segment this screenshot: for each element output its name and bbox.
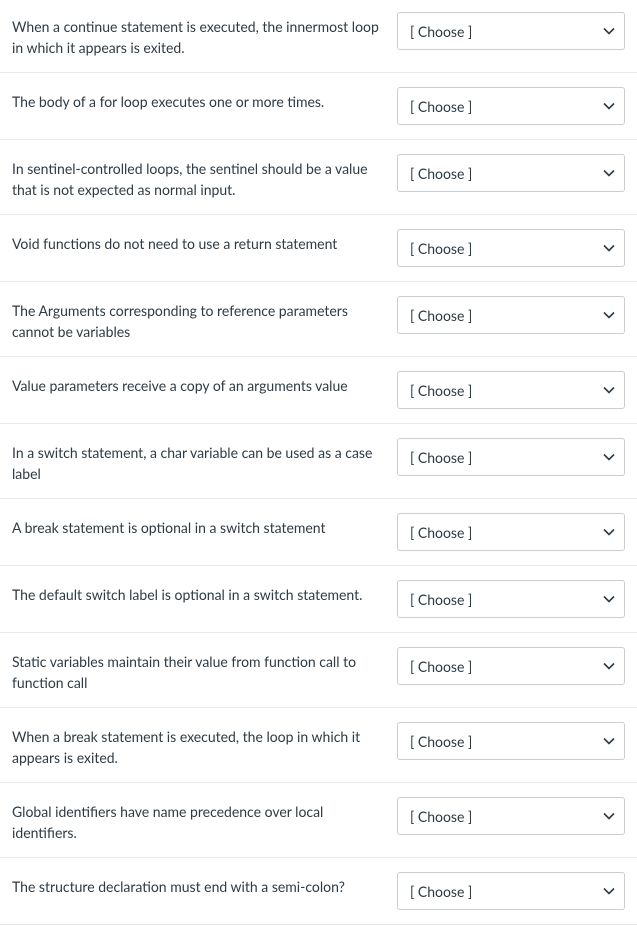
question-prompt: Value parameters receive a copy of an ar… [12,371,397,396]
answer-select-wrap: [ Choose ] [397,229,625,267]
answer-select[interactable]: [ Choose ] [397,580,625,618]
question-prompt: Global identifiers have name precedence … [12,797,397,843]
question-prompt: A break statement is optional in a switc… [12,513,397,538]
answer-select-wrap: [ Choose ] [397,154,625,192]
question-row: Global identifiers have name precedence … [0,783,637,858]
matching-question-list: When a continue statement is executed, t… [0,0,637,925]
question-prompt: Void functions do not need to use a retu… [12,229,397,254]
answer-select-wrap: [ Choose ] [397,580,625,618]
question-row: In sentinel-controlled loops, the sentin… [0,140,637,215]
answer-select[interactable]: [ Choose ] [397,229,625,267]
question-row: Value parameters receive a copy of an ar… [0,357,637,424]
question-prompt: When a continue statement is executed, t… [12,12,397,58]
question-prompt: Static variables maintain their value fr… [12,647,397,693]
answer-select[interactable]: [ Choose ] [397,513,625,551]
answer-select-wrap: [ Choose ] [397,872,625,910]
question-prompt: The structure declaration must end with … [12,872,397,897]
question-row: The body of a for loop executes one or m… [0,73,637,140]
answer-select[interactable]: [ Choose ] [397,154,625,192]
question-row: Void functions do not need to use a retu… [0,215,637,282]
answer-select[interactable]: [ Choose ] [397,438,625,476]
answer-select-wrap: [ Choose ] [397,296,625,334]
answer-select-wrap: [ Choose ] [397,87,625,125]
answer-select[interactable]: [ Choose ] [397,296,625,334]
answer-select-wrap: [ Choose ] [397,438,625,476]
question-row: The Arguments corresponding to reference… [0,282,637,357]
answer-select[interactable]: [ Choose ] [397,647,625,685]
question-row: When a continue statement is executed, t… [0,0,637,73]
answer-select[interactable]: [ Choose ] [397,872,625,910]
question-prompt: The body of a for loop executes one or m… [12,87,397,112]
answer-select[interactable]: [ Choose ] [397,12,625,50]
question-prompt: The Arguments corresponding to reference… [12,296,397,342]
answer-select-wrap: [ Choose ] [397,722,625,760]
answer-select-wrap: [ Choose ] [397,513,625,551]
question-row: The structure declaration must end with … [0,858,637,925]
answer-select-wrap: [ Choose ] [397,12,625,50]
question-row: Static variables maintain their value fr… [0,633,637,708]
question-row: In a switch statement, a char variable c… [0,424,637,499]
answer-select[interactable]: [ Choose ] [397,722,625,760]
question-prompt: The default switch label is optional in … [12,580,397,605]
question-prompt: When a break statement is executed, the … [12,722,397,768]
question-prompt: In sentinel-controlled loops, the sentin… [12,154,397,200]
answer-select[interactable]: [ Choose ] [397,87,625,125]
answer-select-wrap: [ Choose ] [397,371,625,409]
answer-select[interactable]: [ Choose ] [397,797,625,835]
question-row: A break statement is optional in a switc… [0,499,637,566]
question-prompt: In a switch statement, a char variable c… [12,438,397,484]
answer-select-wrap: [ Choose ] [397,647,625,685]
question-row: When a break statement is executed, the … [0,708,637,783]
answer-select[interactable]: [ Choose ] [397,371,625,409]
question-row: The default switch label is optional in … [0,566,637,633]
answer-select-wrap: [ Choose ] [397,797,625,835]
